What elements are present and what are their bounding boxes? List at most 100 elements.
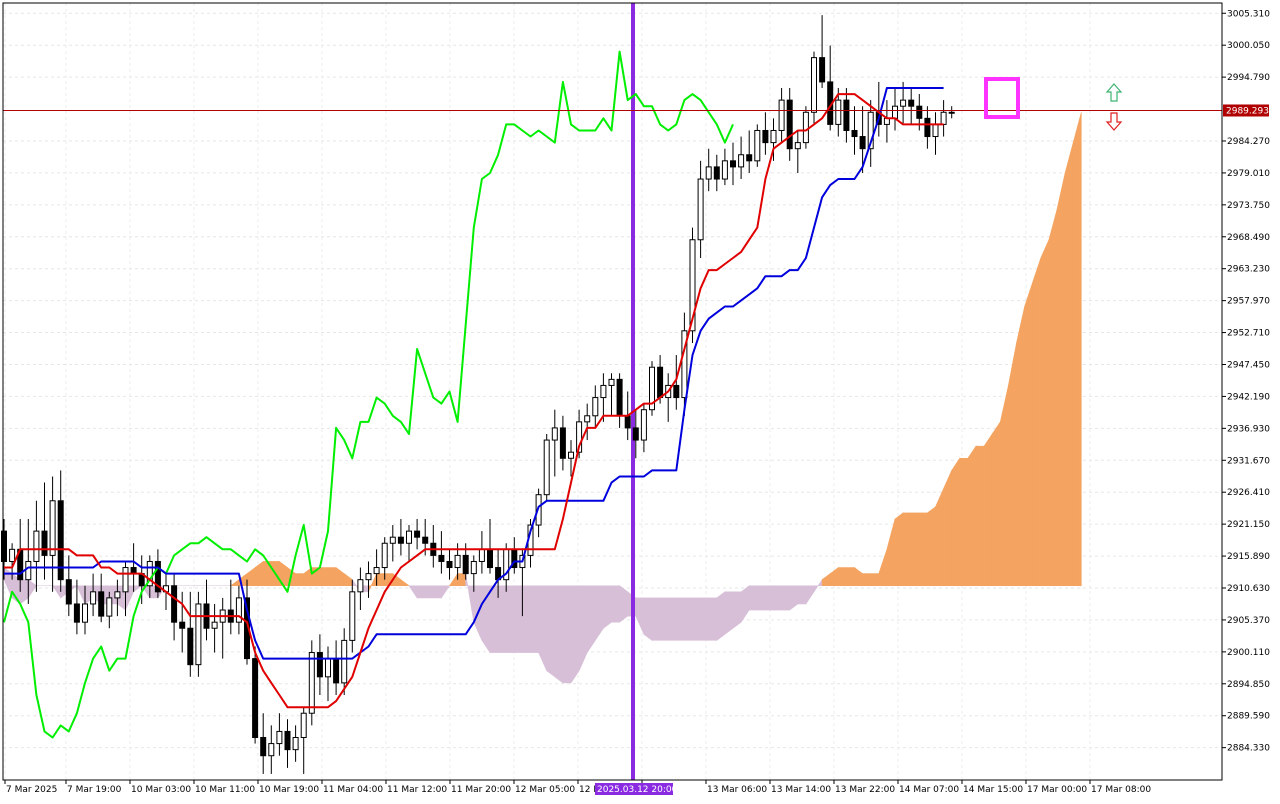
candle-bull (365, 573, 372, 581)
candle-bull (357, 579, 364, 593)
candle-bull (195, 603, 202, 666)
cloud-segment (416, 585, 426, 599)
candle-bull (568, 451, 574, 459)
candle-bear (333, 658, 340, 684)
y-tick-label: 2894.850 (1227, 680, 1270, 690)
x-tick-label: 10 Mar 03:00 (131, 785, 191, 795)
candle-bull (794, 142, 801, 150)
cloud-segment (675, 597, 685, 641)
cloud-segment (943, 470, 953, 587)
candle-bear (746, 154, 753, 162)
cloud-segment (732, 591, 742, 629)
candle-bull (543, 439, 550, 496)
cloud-segment (975, 445, 985, 587)
y-tick-label: 2994.790 (1227, 73, 1270, 83)
cloud-segment (384, 573, 394, 587)
y-tick-label: 3005.310 (1227, 9, 1270, 19)
candle-bull (308, 652, 315, 714)
x-tick-label: 13 Mar 14:00 (771, 785, 831, 795)
candle-bear (284, 730, 291, 751)
cloud-segment (927, 506, 936, 587)
cloud-segment (489, 585, 499, 653)
candle-bear (786, 99, 793, 150)
cloud-segment (862, 573, 872, 587)
candle-bear (41, 530, 48, 556)
candle-bull (551, 427, 558, 441)
chart-area: 3005.310 3000.050 2994.790 2984.270 2979.010… (0, 0, 1280, 800)
candle-bull (276, 730, 283, 745)
x-tick-label: 17 Mar 08:00 (1091, 785, 1151, 795)
y-tick-label: 2921.150 (1227, 520, 1270, 530)
cloud-segment (570, 585, 580, 684)
candle-bear (851, 129, 858, 138)
x-tick-label: 10 Mar 19:00 (259, 785, 319, 795)
candle-bull (268, 743, 275, 757)
y-tick-label: 2884.330 (1227, 744, 1270, 754)
y-tick-label: 2900.110 (1227, 648, 1270, 658)
candle-bear (730, 160, 736, 168)
candle-bull (948, 111, 955, 114)
cloud-segment (546, 585, 556, 678)
candle-bull (608, 378, 615, 386)
cloud-segment (991, 420, 1001, 587)
cloud-segment (562, 585, 572, 684)
candle-bull (478, 548, 485, 562)
candle-bear (843, 99, 850, 131)
cloud-segment (748, 585, 758, 611)
cloud-segment (684, 597, 693, 641)
candle-bear (414, 530, 421, 538)
cloud-segment (505, 585, 515, 653)
candle-bear (316, 652, 323, 678)
candle-bull (738, 154, 745, 168)
candle-bull (406, 530, 412, 544)
x-tick-label: 10 Mar 11:00 (195, 785, 255, 795)
candle-bear (632, 427, 639, 441)
candle-bear (916, 105, 923, 119)
price-tag-text: 2989.293 (1226, 106, 1269, 116)
candle-bear (65, 579, 72, 605)
cloud-segment (619, 585, 629, 623)
cloud-segment (983, 433, 993, 587)
candle-bear (187, 627, 194, 666)
y-tick-label: 2936.930 (1227, 424, 1270, 434)
cloud-segment (586, 585, 596, 654)
candle-bull (705, 166, 712, 180)
cloud-segment (910, 512, 920, 587)
candle-bull (584, 415, 591, 423)
cloud-segment (756, 585, 766, 611)
y-tick-label: 2973.750 (1227, 201, 1270, 211)
x-tick-label: 11 Mar 20:00 (451, 785, 511, 795)
x-highlight-label: 2025.03.12 20:00 (597, 785, 678, 795)
x-tick-label: 7 Mar 2025 (6, 785, 57, 795)
current-price-tag: 2989.293 (1223, 104, 1269, 117)
y-tick-label: 2963.230 (1227, 265, 1270, 275)
cloud-segment (643, 597, 653, 641)
candle-bull (9, 548, 16, 562)
candle-bear (624, 415, 631, 429)
cloud-segment (457, 573, 467, 587)
candle-bull (106, 597, 113, 617)
x-tick-label: 11 Mar 12:00 (387, 785, 447, 795)
candle-bear (616, 378, 623, 417)
cloud-segment (481, 585, 491, 654)
x-tick-label: 11 Mar 04:00 (323, 785, 383, 795)
y-tick-label: 2931.670 (1227, 456, 1270, 466)
cloud-segment (1024, 282, 1033, 587)
candle-bull (90, 591, 97, 605)
candle-bull (835, 99, 842, 125)
candle-bear (713, 166, 720, 180)
cloud-segment (424, 585, 434, 599)
candle-bull (600, 384, 607, 399)
cloud-segment (967, 445, 977, 587)
x-tick-label: 13 Mar 22:00 (835, 785, 895, 795)
candle-bear (859, 136, 866, 150)
cloud-segment (781, 585, 791, 611)
candle-bear (673, 384, 680, 399)
cloud-segment (530, 585, 539, 653)
candle-bull (932, 123, 939, 138)
cloud-segment (708, 597, 718, 641)
candle-bear (762, 129, 769, 144)
cloud-segment (376, 573, 386, 587)
x-tick-label: 14 Mar 15:00 (963, 785, 1023, 795)
cloud-segment (667, 597, 677, 641)
